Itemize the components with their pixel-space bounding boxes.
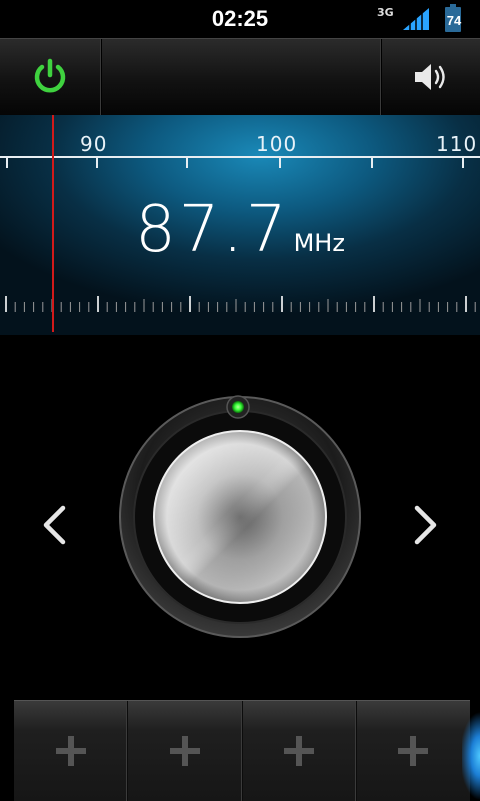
chevron-left-icon [43,505,66,545]
scale-tick [462,156,464,168]
scale-tick [279,156,281,168]
preset-slot-1[interactable] [14,701,129,801]
signal-icon [403,8,429,30]
status-bar: 02:25 3G 74 [0,0,480,38]
network-type: 3G [377,6,394,19]
plus-icon [55,736,86,766]
speaker-button[interactable] [381,39,480,115]
fine-tuning-scale[interactable] [0,290,480,320]
preset-bar [14,700,470,801]
scale-tick [186,156,188,168]
preset-slot-3[interactable] [243,701,357,801]
battery-level: 74 [446,13,462,28]
battery-icon: 74 [445,4,461,32]
scale-label: 90 [80,132,108,156]
plus-icon [284,736,315,766]
radio-toolbar [0,38,480,116]
preset-slot-4[interactable] [357,701,470,801]
seek-prev-button[interactable] [34,497,74,553]
plus-icon [398,736,429,766]
knob-indicator-light [232,401,244,413]
preset-scroll-glow [462,712,480,800]
frequency-unit: MHz [293,229,345,257]
frequency-scale [0,156,480,158]
power-icon [34,58,66,93]
tuning-knob[interactable] [118,395,362,639]
frequency-value: 87.7 [135,193,290,267]
seek-next-button[interactable] [406,497,446,553]
speaker-icon [414,64,445,90]
plus-icon [169,736,200,766]
preset-slot-2[interactable] [128,701,243,801]
scale-label: 110 [436,132,478,156]
chevron-right-icon [414,505,437,545]
scale-label: 100 [256,132,298,156]
frequency-readout: 87.7 MHz [0,193,480,267]
scale-tick [6,156,8,168]
power-button[interactable] [0,39,100,115]
scale-tick [371,156,373,168]
tuning-control [0,335,480,695]
scale-tick [96,156,98,168]
tuning-needle[interactable] [52,115,54,332]
